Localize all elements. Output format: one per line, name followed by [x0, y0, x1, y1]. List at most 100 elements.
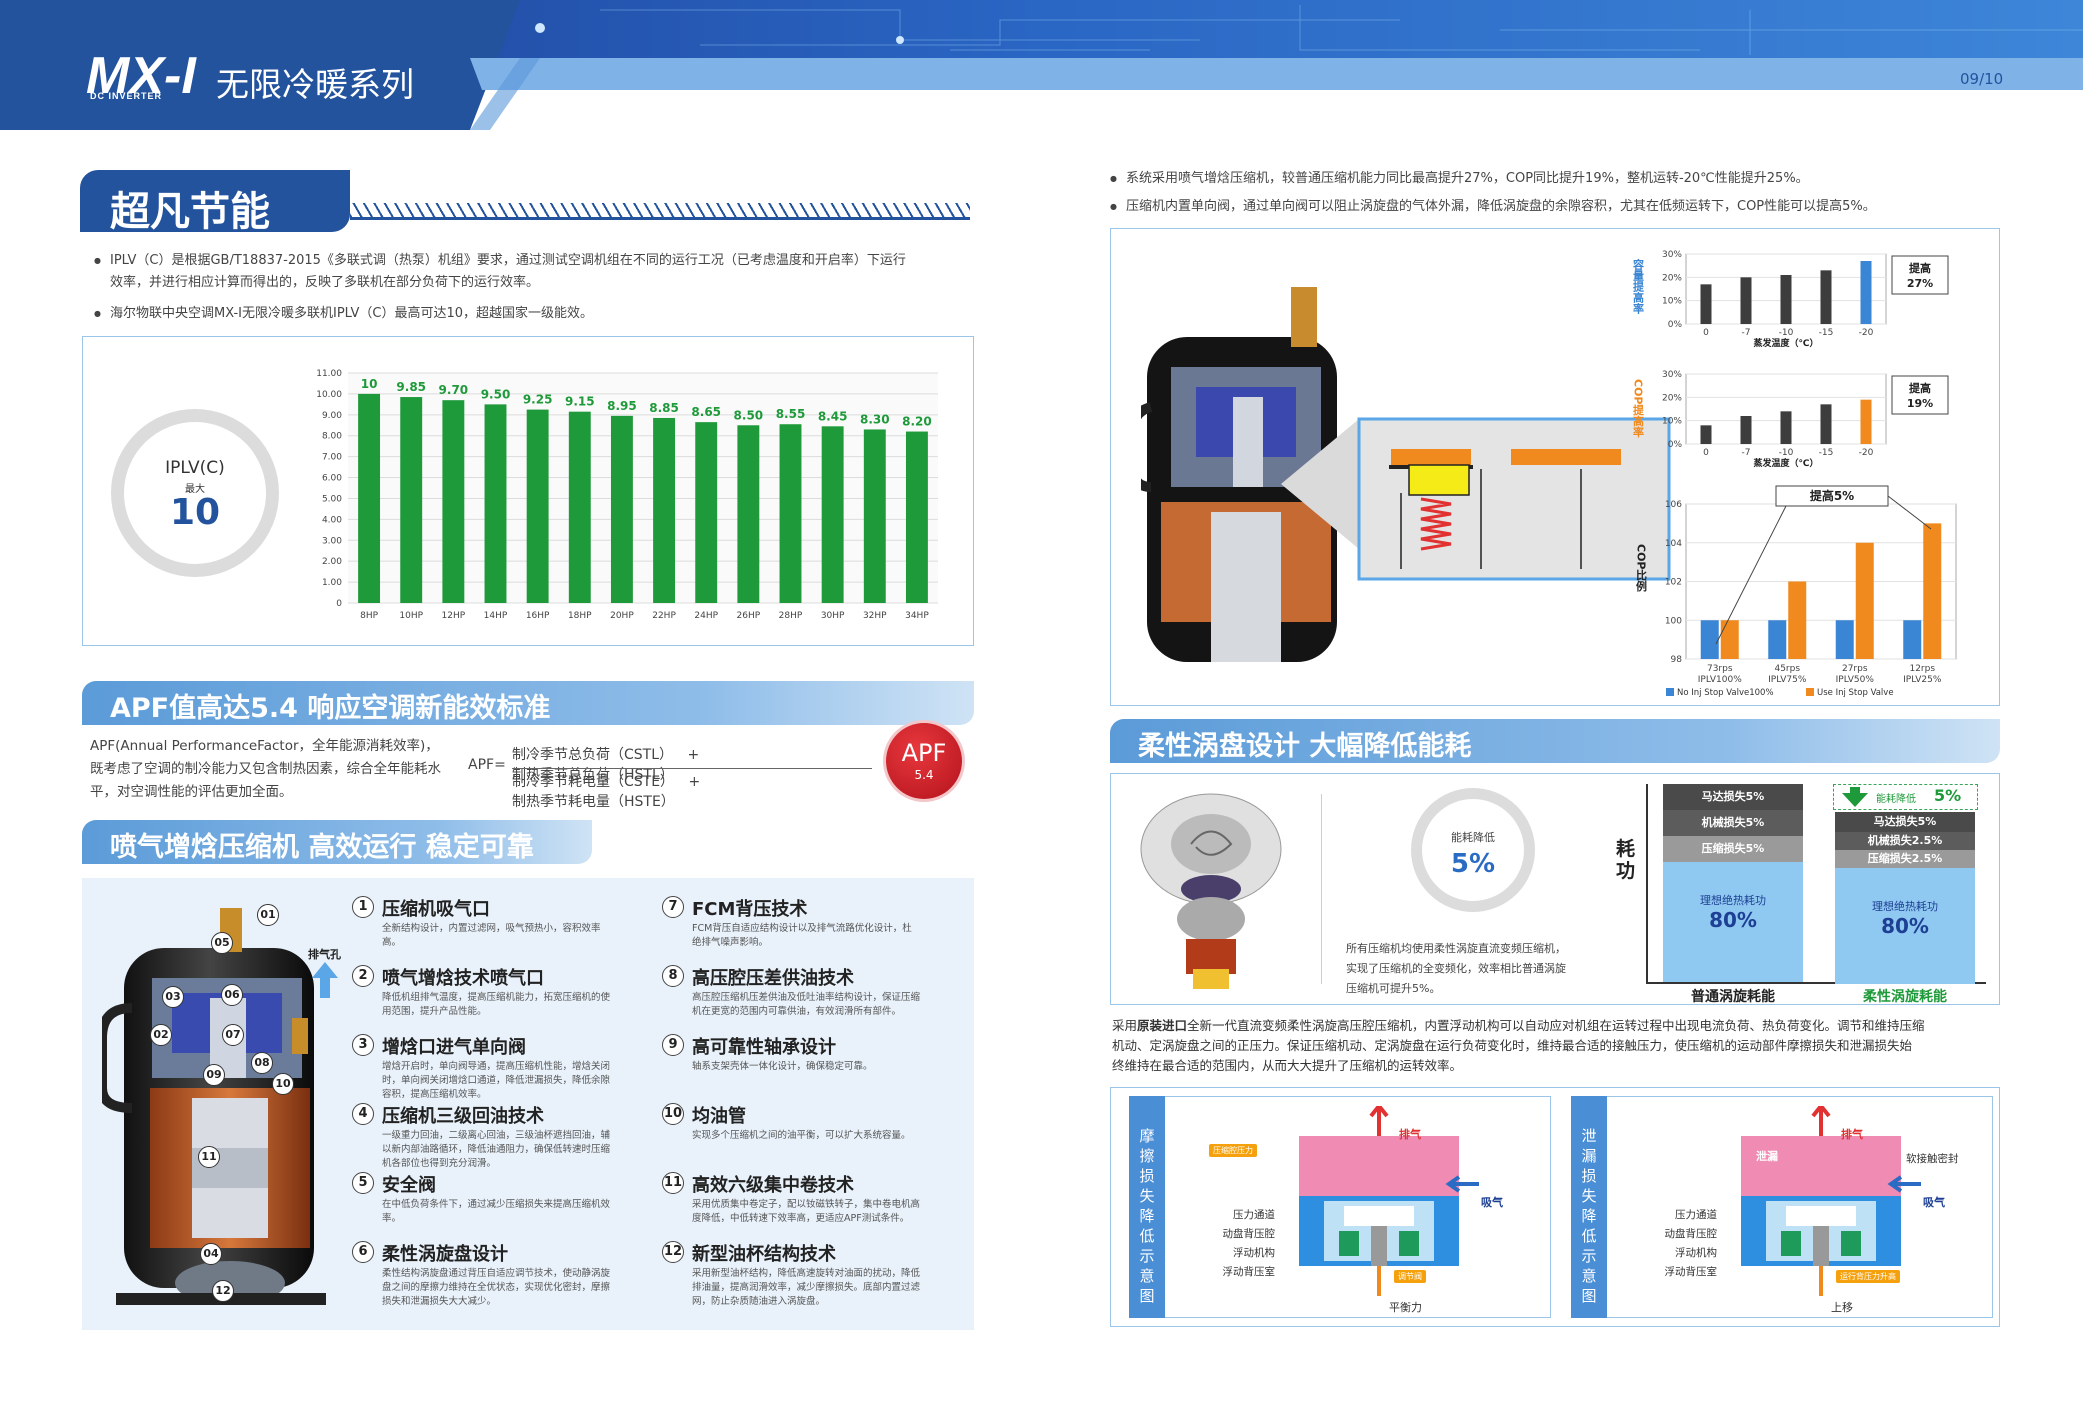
bullet-valve: 压缩机内置单向阀，通过单向阀可以阻止涡旋盘的气体外漏，降低涡旋盘的余隙容积，尤其… [1110, 196, 2026, 218]
x-tick-label: IPLV75% [1768, 675, 1807, 685]
x-tick-label: 24HP [694, 611, 718, 621]
apf-desc-line: 平，对空调性能的评估更加全面。 [90, 784, 293, 800]
section-title-bar: 超凡节能 [80, 170, 350, 235]
legend-swatch [1666, 688, 1674, 696]
callout-label: 10 [272, 1073, 294, 1095]
feature-desc: 损失和泄漏损失大大减少。 [382, 1296, 497, 1307]
cop-ratio-chart: COP比例1061041021009873rpsIPLV100%45rpsIPL… [1635, 485, 1957, 698]
feature-title: 压缩机三级回油技术 [382, 1106, 544, 1127]
bar [1820, 404, 1832, 444]
diagram-side-label: 泄漏损失降低示意图 [1581, 1127, 1597, 1305]
data-label: 9.50 [481, 387, 511, 401]
part-label: 浮动机构 [1675, 1247, 1717, 1259]
bar [821, 426, 844, 603]
y-tick-label: 10% [1662, 417, 1682, 427]
bottom-label: 平衡力 [1389, 1301, 1422, 1314]
feature-number: 5 [352, 1172, 374, 1194]
feature-number: 7 [662, 896, 684, 918]
y-tick-label: 1.00 [322, 578, 342, 588]
x-tick-label: 16HP [526, 611, 550, 621]
apf-desc: APF(Annual PerformanceFactor，全年能源消耗效率)， … [90, 735, 470, 804]
x-tick-label: 45rps [1774, 664, 1800, 674]
savings-box: 能耗降低 5% [1833, 784, 1978, 810]
feature-desc: 率。 [382, 1213, 402, 1224]
y-tick-label: 10.00 [316, 390, 342, 400]
feature-desc: 排油量，提高润滑效率，减少摩擦损失。底部内置过滤 [692, 1282, 921, 1293]
mech-loss-block: 机械损失2.5% [1835, 832, 1975, 850]
section-title: APF值高达5.4 响应空调新能效标准 [110, 693, 551, 724]
data-label: 9.25 [523, 393, 553, 407]
callout-label: 04 [200, 1243, 222, 1265]
legend-label: Use Inj Stop Valve [1817, 688, 1894, 698]
fraction-bar [512, 768, 872, 769]
bar [1700, 425, 1712, 444]
callout-label: 01 [257, 904, 279, 926]
x-tick-label: -7 [1742, 328, 1751, 338]
callout-label: 提高 [1909, 381, 1931, 395]
x-tick-label: 12HP [442, 611, 466, 621]
feature-title: 喷气增焓技术喷气口 [382, 968, 544, 989]
feature-desc: 时，单向阀关闭增焓口通道，降低泄漏损失，降低余隙 [382, 1075, 611, 1086]
bullet-max: 海尔物联中央空调MX-I无限冷暖多联机IPLV（C）最高可达10，超越国家一级能… [94, 303, 980, 325]
apf-term: 制冷季节耗电量（CSTE） [512, 774, 675, 790]
part-label: 浮动背压室 [1222, 1266, 1276, 1278]
exhaust-label: 排气 [1841, 1128, 1863, 1141]
feature-number: 4 [352, 1103, 374, 1125]
feature-title: 新型油杯结构技术 [692, 1244, 836, 1265]
feature-title: 高效六级集中卷技术 [692, 1175, 854, 1196]
y-axis-label: 容量提高率 [1632, 258, 1646, 315]
feature-desc: 网，防止杂质随油进入涡旋盘。 [692, 1296, 826, 1307]
y-axis [1646, 784, 1648, 984]
cop-gain-chart: COP提高率 30% 20% 10% 0% 0 -7 -10 -15 -20 蒸发温度（℃） 提高 19… [1632, 370, 1949, 469]
scroll-desc: 所有压缩机均使用柔性涡旋直流变频压缩机， 实现了压缩机的全变频化，效率相比普通涡… [1346, 939, 1566, 999]
y-tick-label: 3.00 [322, 536, 342, 546]
feature-title: 安全阀 [382, 1175, 436, 1196]
data-label: 8.85 [649, 401, 679, 415]
data-label: 9.70 [439, 383, 469, 397]
y-tick-label: 4.00 [322, 515, 342, 525]
ideal-label: 理想绝热耗功 [1872, 900, 1938, 913]
scroll-desc-line: 压缩机可提升5%。 [1346, 982, 1441, 995]
feature-title: 高压腔压差供油技术 [692, 968, 854, 989]
bar [610, 415, 633, 603]
apf-term: 制热季节耗电量（HSTE） [512, 794, 675, 810]
callout-value: 27% [1907, 277, 1933, 290]
motor-loss-block: 马达损失5% [1835, 812, 1975, 832]
callout-label: 07 [222, 1024, 244, 1046]
x-tick-label: IPLV50% [1836, 675, 1875, 685]
y-tick-label: 10% [1662, 297, 1682, 307]
bar [1720, 620, 1739, 659]
mech-loss-block: 机械损失5% [1663, 810, 1803, 836]
bullet-text: IPLV（C）是根据GB/T18837-2015《多联式调（热泵）机组》要求，通… [110, 253, 906, 268]
callout-label: 06 [221, 984, 243, 1006]
exhaust-label: 排气 [1399, 1128, 1421, 1141]
x-tick-label: 32HP [863, 611, 887, 621]
part-label: 浮动机构 [1233, 1247, 1275, 1259]
scroll-tech-desc: 采用原装进口全新一代直流变频柔性涡旋高压腔压缩机，内置浮动机构可以自动应对机组在… [1112, 1016, 2002, 1076]
bar [1903, 620, 1922, 659]
flex-scroll-stack: 马达损失5% 机械损失2.5% 压缩损失2.5% 理想绝热耗功 80% [1835, 812, 1975, 984]
title-rule [350, 217, 970, 220]
feature-number: 12 [662, 1241, 684, 1263]
apf-desc-line: 既考虑了空调的制冷能力又包含制热因素，综合全年能耗水 [90, 761, 441, 777]
bar [905, 431, 928, 603]
x-tick-label: 0 [1703, 328, 1709, 338]
x-tick-label: IPLV100% [1698, 675, 1742, 685]
x-tick-label: 14HP [484, 611, 508, 621]
callout-label: 11 [198, 1146, 220, 1168]
bullet-iplv: IPLV（C）是根据GB/T18837-2015《多联式调（热泵）机组》要求，通… [94, 250, 980, 294]
savings-value: 5% [1934, 786, 1962, 805]
x-tick-label: 0 [1703, 448, 1709, 458]
apf-denominator: 制冷季节耗电量（CSTE） + 制热季节耗电量（HSTE） [512, 771, 872, 811]
x-tick-label: 10HP [399, 611, 423, 621]
x-tick-label: -10 [1779, 328, 1794, 338]
y-tick-label: 11.00 [316, 369, 342, 379]
x-tick-label: -15 [1819, 448, 1834, 458]
apf-badge-value: 5.4 [914, 768, 934, 782]
part-labels: 压力通道 动盘背压腔 浮动机构 浮动背压室 [1203, 1206, 1276, 1282]
ring-value: 10 [169, 492, 221, 533]
bar [1768, 620, 1787, 659]
intake-label: 吸气 [1481, 1196, 1503, 1209]
y-tick-label: 106 [1665, 500, 1682, 510]
x-tick-label: -20 [1859, 448, 1874, 458]
